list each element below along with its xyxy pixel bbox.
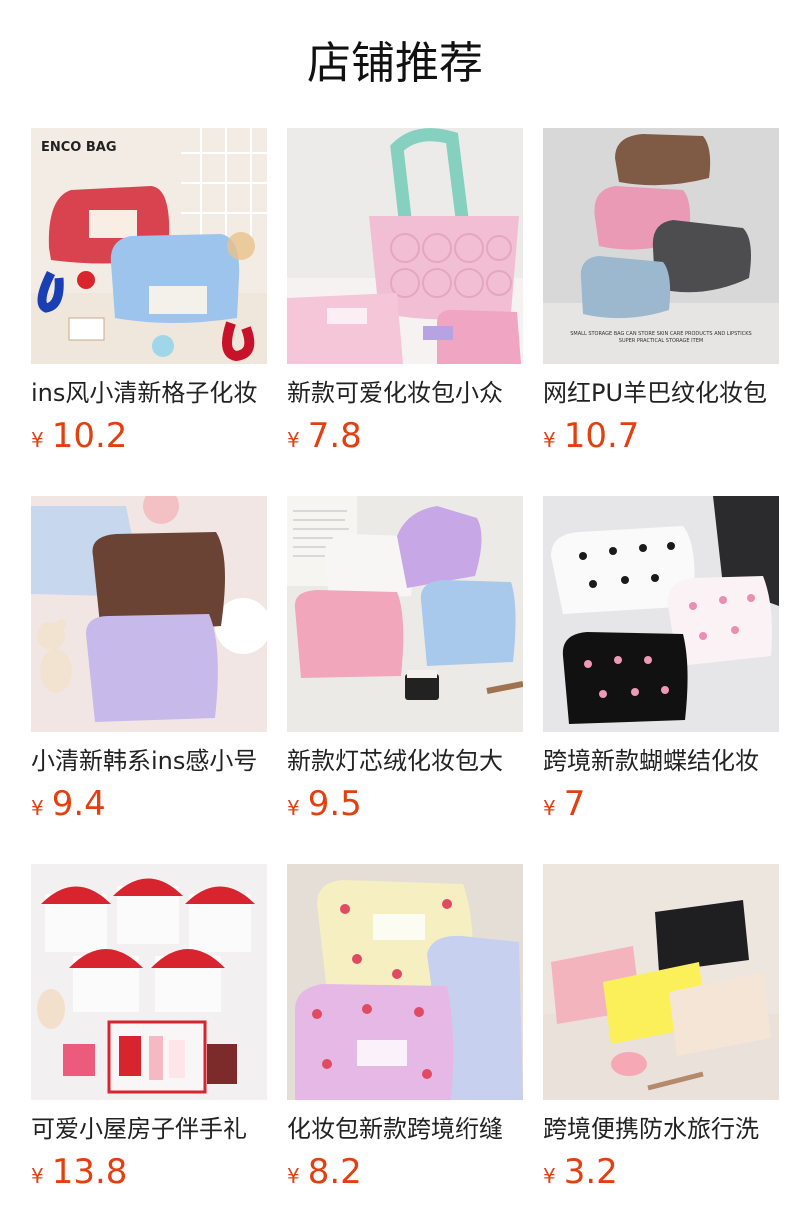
price-value: 3.2 [563, 1152, 618, 1192]
product-name[interactable]: 新款灯芯绒化妆包大 [287, 744, 523, 778]
product-image[interactable] [543, 864, 779, 1100]
product-price: ¥9.5 [287, 784, 523, 830]
price-value: 7 [563, 784, 586, 824]
product-price: ¥7.8 [287, 416, 523, 462]
product-card[interactable]: 跨境新款蝴蝶结化妆 ¥7 [543, 496, 779, 830]
product-card[interactable]: 跨境便携防水旅行洗 ¥3.2 [543, 864, 779, 1198]
image-caption: SMALL STORAGE BAG CAN STORE SKIN CARE PR… [570, 331, 751, 337]
product-card[interactable]: 新款灯芯绒化妆包大 ¥9.5 [287, 496, 523, 830]
currency-symbol: ¥ [287, 1164, 300, 1188]
product-image[interactable]: ENCO BAG [31, 128, 267, 364]
price-value: 10.7 [563, 416, 640, 456]
product-image[interactable] [287, 496, 523, 732]
product-image[interactable] [31, 496, 267, 732]
currency-symbol: ¥ [31, 428, 44, 452]
currency-symbol: ¥ [31, 796, 44, 820]
product-card[interactable]: 化妆包新款跨境绗缝 ¥8.2 [287, 864, 523, 1198]
product-card[interactable]: SMALL STORAGE BAG CAN STORE SKIN CARE PR… [543, 128, 779, 462]
product-name[interactable]: ins风小清新格子化妆 [31, 376, 267, 410]
product-name[interactable]: 网红PU羊巴纹化妆包 [543, 376, 779, 410]
product-image[interactable] [543, 496, 779, 732]
product-card[interactable]: 新款可爱化妆包小众 ¥7.8 [287, 128, 523, 462]
currency-symbol: ¥ [543, 796, 556, 820]
price-value: 13.8 [51, 1152, 128, 1192]
product-card[interactable]: 小清新韩系ins感小号 ¥9.4 [31, 496, 267, 830]
currency-symbol: ¥ [31, 1164, 44, 1188]
product-name[interactable]: 化妆包新款跨境绗缝 [287, 1112, 523, 1146]
product-card[interactable]: ENCO BAG ins风小清新格子化妆 ¥10.2 [31, 128, 267, 462]
product-price: ¥8.2 [287, 1152, 523, 1198]
currency-symbol: ¥ [543, 1164, 556, 1188]
product-name[interactable]: 跨境新款蝴蝶结化妆 [543, 744, 779, 778]
product-price: ¥9.4 [31, 784, 267, 830]
product-image[interactable] [31, 864, 267, 1100]
brand-label: ENCO BAG [41, 140, 117, 155]
currency-symbol: ¥ [287, 428, 300, 452]
product-image[interactable] [287, 128, 523, 364]
product-image[interactable] [287, 864, 523, 1100]
product-price: ¥3.2 [543, 1152, 779, 1198]
product-name[interactable]: 小清新韩系ins感小号 [31, 744, 267, 778]
product-price: ¥7 [543, 784, 779, 830]
currency-symbol: ¥ [287, 796, 300, 820]
product-name[interactable]: 可爱小屋房子伴手礼 [31, 1112, 267, 1146]
product-name[interactable]: 跨境便携防水旅行洗 [543, 1112, 779, 1146]
currency-symbol: ¥ [543, 428, 556, 452]
product-name[interactable]: 新款可爱化妆包小众 [287, 376, 523, 410]
store-recommendations-page: 店铺推荐 ENCO BAG ins风小清新格子化妆 ¥10.2 新款可爱化妆包小… [0, 0, 790, 1232]
product-price: ¥10.7 [543, 416, 779, 462]
section-title: 店铺推荐 [307, 38, 483, 89]
price-value: 9.4 [51, 784, 106, 824]
product-image[interactable]: SMALL STORAGE BAG CAN STORE SKIN CARE PR… [543, 128, 779, 364]
product-price: ¥10.2 [31, 416, 267, 462]
price-value: 7.8 [307, 416, 362, 456]
image-caption: SUPER PRACTICAL STORAGE ITEM [619, 338, 703, 344]
price-value: 8.2 [307, 1152, 362, 1192]
price-value: 10.2 [51, 416, 128, 456]
product-card[interactable]: 可爱小屋房子伴手礼 ¥13.8 [31, 864, 267, 1198]
product-price: ¥13.8 [31, 1152, 267, 1198]
price-value: 9.5 [307, 784, 362, 824]
